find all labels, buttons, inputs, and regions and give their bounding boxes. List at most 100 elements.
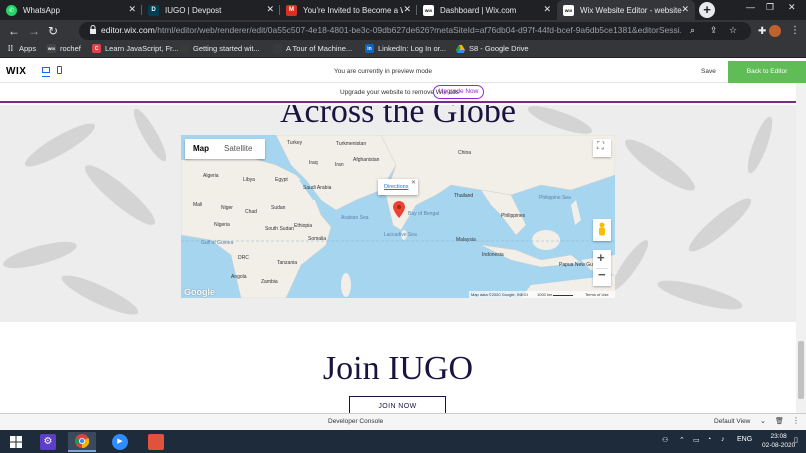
search-icon[interactable]: ⌕ [690, 25, 695, 36]
map-label: Mali [193, 202, 203, 208]
page-scrollbar[interactable] [796, 83, 806, 413]
bookmark-label: Apps [19, 44, 37, 53]
zoom-in-button[interactable]: + [597, 250, 605, 265]
satellite-tab[interactable]: Satellite [224, 144, 252, 153]
bookmarks-bar: ⁞⁞ Apps WIX rochef C Learn JavaScript, F… [0, 42, 806, 58]
street-view-button[interactable] [593, 219, 611, 241]
chevron-down-icon[interactable]: ⌄ [760, 417, 766, 425]
close-tab-icon[interactable]: ✕ [266, 4, 274, 15]
terms-link[interactable]: Terms of Use [585, 292, 609, 297]
tab-wix-editor[interactable]: WIX Wix Website Editor - website ✕ [557, 0, 695, 20]
menu-icon[interactable]: ⋮ [790, 24, 800, 38]
developer-console-label[interactable]: Developer Console [328, 418, 383, 425]
fullscreen-button[interactable]: ⛶ [593, 139, 611, 157]
address-bar[interactable]: editor.wix.com/html/editor/web/renderer/… [79, 22, 751, 40]
bookmark-rochef[interactable]: WIX rochef [47, 44, 81, 53]
map-label: Afghanistan [353, 157, 380, 163]
wix-logo: WIX [6, 66, 27, 77]
bookmark-apps[interactable]: ⁞⁞ Apps [6, 44, 36, 53]
desktop-view-underline [42, 76, 50, 77]
forward-icon[interactable]: → [28, 24, 40, 38]
new-tab-button[interactable]: + [699, 2, 715, 18]
directions-link[interactable]: Directions [384, 184, 408, 190]
map-label: Philippine Sea [539, 195, 571, 201]
chevron-up-icon[interactable]: ⌃ [679, 436, 685, 444]
close-tab-icon[interactable]: ✕ [128, 4, 136, 15]
close-tab-icon[interactable]: ✕ [403, 4, 411, 15]
view-select[interactable]: Default View [714, 418, 750, 425]
scale-bar [553, 295, 573, 296]
start-button[interactable] [2, 432, 30, 452]
map-label: Iraq [309, 160, 318, 166]
desktop-view-icon[interactable] [42, 67, 50, 73]
info-window: Directions ✕ [378, 179, 418, 195]
back-to-editor-button[interactable]: Back to Editor [728, 61, 806, 83]
mobile-view-icon[interactable] [57, 66, 62, 74]
tab-whatsapp[interactable]: ✆ WhatsApp ✕ [0, 0, 142, 20]
volume-icon[interactable]: ♪ [721, 436, 725, 443]
clock-time: 23:08 [770, 433, 787, 440]
save-button[interactable]: Save [701, 68, 716, 75]
map-label: Algeria [203, 173, 219, 179]
reload-icon[interactable]: ↻ [48, 24, 58, 38]
bookmark-getting-started[interactable]: Getting started wit... [180, 44, 260, 53]
people-icon[interactable]: ⚇ [662, 436, 668, 444]
map-label: Zambia [261, 279, 278, 285]
site-page: Across the Globe Map Satellite ⛶ Turkey … [0, 105, 796, 413]
taskbar-app[interactable] [142, 432, 170, 452]
star-icon[interactable]: ☆ [729, 25, 737, 36]
join-now-button[interactable]: JOIN NOW [349, 396, 446, 413]
map-label: Indonesia [482, 252, 504, 258]
globe-section: Across the Globe Map Satellite ⛶ Turkey … [0, 105, 796, 322]
zoom-out-button[interactable]: − [598, 267, 606, 282]
map-tab[interactable]: Map [193, 144, 209, 153]
bookmark-machine-tour[interactable]: A Tour of Machine... [273, 44, 352, 53]
notifications-icon[interactable]: ▯ [794, 436, 798, 444]
bookmark-linkedin[interactable]: in LinkedIn: Log In or... [365, 44, 446, 53]
close-tab-icon[interactable]: ✕ [543, 4, 551, 15]
avatar[interactable] [769, 25, 781, 37]
tab-devpost[interactable]: D IUGO | Devpost ✕ [142, 0, 280, 20]
extensions-icon[interactable]: ✚ [758, 25, 766, 39]
lock-icon [90, 25, 96, 34]
map-label: Turkey [287, 140, 303, 146]
google-logo: Google [184, 287, 215, 297]
developer-console-bar: Developer Console Default View ⌄ 🗑 ⋮ [0, 413, 806, 430]
back-icon[interactable]: ← [8, 24, 20, 38]
battery-icon[interactable]: ▭ [693, 436, 700, 444]
wix-preview-bar: WIX You are currently in preview mode Sa… [0, 61, 806, 83]
pegman-icon [599, 222, 605, 236]
trash-icon[interactable]: 🗑 [775, 417, 784, 425]
taskbar-settings[interactable]: ⚙ [34, 432, 62, 452]
url-path: /html/editor/web/renderer/edit/0a55c507-… [154, 25, 681, 35]
tab-gmail[interactable]: M You're Invited to Become a Wel ✕ [280, 0, 417, 20]
bookmark-drive[interactable]: S8 - Google Drive [456, 44, 529, 53]
scrollbar-thumb[interactable] [798, 341, 804, 399]
language-indicator[interactable]: ENG [737, 436, 752, 443]
map-label: China [458, 150, 472, 156]
tab-wix-dashboard[interactable]: WIX Dashboard | Wix.com ✕ [417, 0, 557, 20]
minimize-icon[interactable]: — [746, 2, 755, 12]
taskbar-zoom[interactable]: ▶ [106, 432, 134, 452]
share-icon[interactable]: ⇪ [710, 25, 718, 36]
more-icon[interactable]: ⋮ [792, 416, 800, 425]
tab-title: Wix Website Editor - website [580, 5, 682, 15]
map-marker-icon[interactable] [393, 201, 405, 218]
close-window-icon[interactable]: ✕ [788, 2, 796, 13]
taskbar-chrome[interactable] [68, 432, 96, 452]
google-map[interactable]: Map Satellite ⛶ Turkey Turkmenistan Chin… [181, 135, 615, 298]
close-tab-icon[interactable]: ✕ [681, 4, 689, 15]
close-popup-icon[interactable]: ✕ [411, 179, 416, 186]
wix-icon: WIX [423, 4, 434, 16]
map-label: Angola [231, 274, 247, 280]
restore-icon[interactable]: ❐ [766, 2, 774, 13]
clock[interactable]: 23:08 02-08-2020 [762, 432, 795, 450]
bookmark-codecademy[interactable]: C Learn JavaScript, Fr... [92, 44, 178, 53]
map-label: Libya [243, 177, 255, 183]
tab-title: WhatsApp [23, 5, 60, 15]
chrome-icon [75, 434, 89, 448]
wifi-icon[interactable]: ◔ [707, 436, 711, 443]
map-label: Philippines [501, 213, 526, 219]
upgrade-now-button[interactable]: Upgrade Now [433, 85, 484, 99]
map-label: Ethiopia [294, 223, 313, 229]
